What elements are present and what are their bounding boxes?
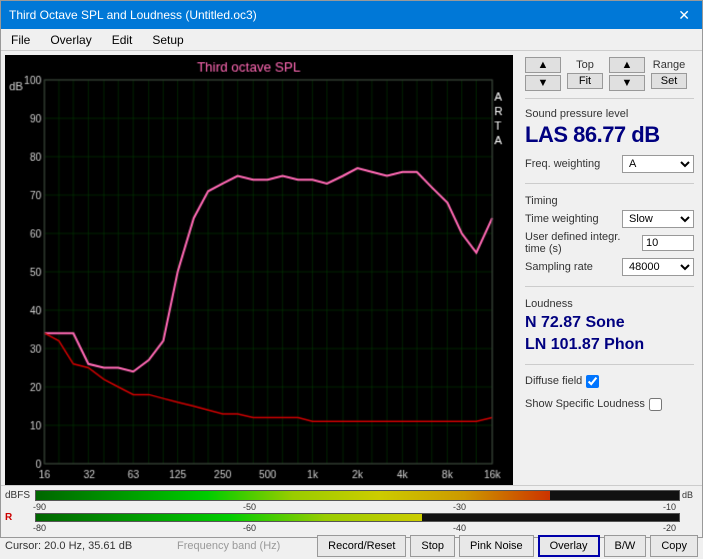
range-up-button[interactable]: ▲ (609, 57, 645, 73)
close-button[interactable]: ✕ (674, 7, 694, 24)
pink-noise-button[interactable]: Pink Noise (459, 535, 534, 557)
meter-tick-30: -30 (453, 502, 466, 512)
spl-value: LAS 86.77 dB (525, 122, 694, 148)
diffuse-field-row: Diffuse field (525, 375, 694, 388)
record-reset-button[interactable]: Record/Reset (317, 535, 406, 557)
r-label: R (5, 512, 33, 523)
meter-tick-90: -90 (33, 502, 46, 512)
window-title: Third Octave SPL and Loudness (Untitled.… (9, 8, 257, 22)
overlay-button[interactable]: Overlay (538, 535, 600, 557)
main-window: Third Octave SPL and Loudness (Untitled.… (0, 0, 703, 538)
timing-title: Timing (525, 195, 694, 207)
top-control-group: ▲ ▼ (525, 57, 561, 91)
freq-weight-select[interactable]: A B C Z (622, 155, 694, 173)
user-integr-label: User defined integr. time (s) (525, 231, 625, 255)
freq-weight-row: Freq. weighting A B C Z (525, 155, 694, 173)
menu-bar: File Overlay Edit Setup (1, 29, 702, 51)
chart-canvas (5, 55, 513, 485)
time-weight-label: Time weighting (525, 213, 599, 225)
freq-band-label: Frequency band (Hz) (144, 540, 313, 552)
range-label: Range (653, 57, 685, 71)
loudness-section-label: Loudness (525, 298, 694, 310)
user-integr-row: User defined integr. time (s) 10 (525, 231, 694, 255)
meter-tick-60: -60 (243, 523, 256, 533)
bw-button[interactable]: B/W (604, 535, 647, 557)
stop-button[interactable]: Stop (410, 535, 455, 557)
set-button[interactable]: Set (651, 73, 687, 89)
meter-tick-10: -10 (663, 502, 676, 512)
menu-edit[interactable]: Edit (106, 31, 139, 49)
meter-tick-20: -20 (663, 523, 676, 533)
time-weight-select[interactable]: Slow Fast Impulse User (622, 210, 694, 228)
menu-setup[interactable]: Setup (146, 31, 189, 49)
user-integr-input[interactable]: 10 (642, 235, 694, 251)
top-down-button[interactable]: ▼ (525, 75, 561, 91)
dbfs-label: dBFS (5, 490, 33, 501)
sampling-rate-row: Sampling rate 44100 48000 96000 (525, 258, 694, 276)
timing-section: Timing Time weighting Slow Fast Impulse … (525, 195, 694, 279)
freq-weight-label: Freq. weighting (525, 158, 600, 170)
main-content: ▲ ▼ Top Fit ▲ ▼ Range Set Sou (1, 51, 702, 485)
title-bar: Third Octave SPL and Loudness (Untitled.… (1, 1, 702, 29)
top-range-controls: ▲ ▼ Top Fit ▲ ▼ Range Set (525, 57, 694, 91)
meter-tick-40: -40 (453, 523, 466, 533)
bottom-bar: dBFS dB -90 -50 -30 -10 R (1, 485, 702, 537)
diffuse-field-checkbox[interactable] (586, 375, 599, 388)
chart-area (5, 55, 513, 481)
bottom-buttons: Cursor: 20.0 Hz, 35.61 dB Frequency band… (1, 533, 702, 559)
show-specific-checkbox[interactable] (649, 398, 662, 411)
db-unit-label: dB (682, 490, 698, 500)
top-label: Top (576, 57, 594, 71)
meter-tick-80: -80 (33, 523, 46, 533)
time-weight-row: Time weighting Slow Fast Impulse User (525, 210, 694, 228)
sampling-rate-label: Sampling rate (525, 261, 593, 273)
range-down-button[interactable]: ▼ (609, 75, 645, 91)
spl-section: Sound pressure level LAS 86.77 dB (525, 108, 694, 148)
meter-tick-50: -50 (243, 502, 256, 512)
menu-file[interactable]: File (5, 31, 36, 49)
loudness-value-line1: N 72.87 Sone (525, 312, 694, 334)
menu-overlay[interactable]: Overlay (44, 31, 97, 49)
diffuse-field-label: Diffuse field (525, 375, 582, 387)
range-control-group: ▲ ▼ (609, 57, 645, 91)
right-panel: ▲ ▼ Top Fit ▲ ▼ Range Set Sou (517, 51, 702, 485)
top-up-button[interactable]: ▲ (525, 57, 561, 73)
fit-button[interactable]: Fit (567, 73, 603, 89)
spl-section-label: Sound pressure level (525, 108, 694, 120)
loudness-section: Loudness N 72.87 Sone LN 101.87 Phon (525, 298, 694, 357)
sampling-rate-select[interactable]: 44100 48000 96000 (622, 258, 694, 276)
show-specific-row: Show Specific Loudness (525, 398, 694, 411)
cursor-info: Cursor: 20.0 Hz, 35.61 dB (5, 540, 132, 552)
show-specific-label: Show Specific Loudness (525, 398, 645, 410)
copy-button[interactable]: Copy (650, 535, 698, 557)
loudness-value-line2: LN 101.87 Phon (525, 334, 694, 356)
